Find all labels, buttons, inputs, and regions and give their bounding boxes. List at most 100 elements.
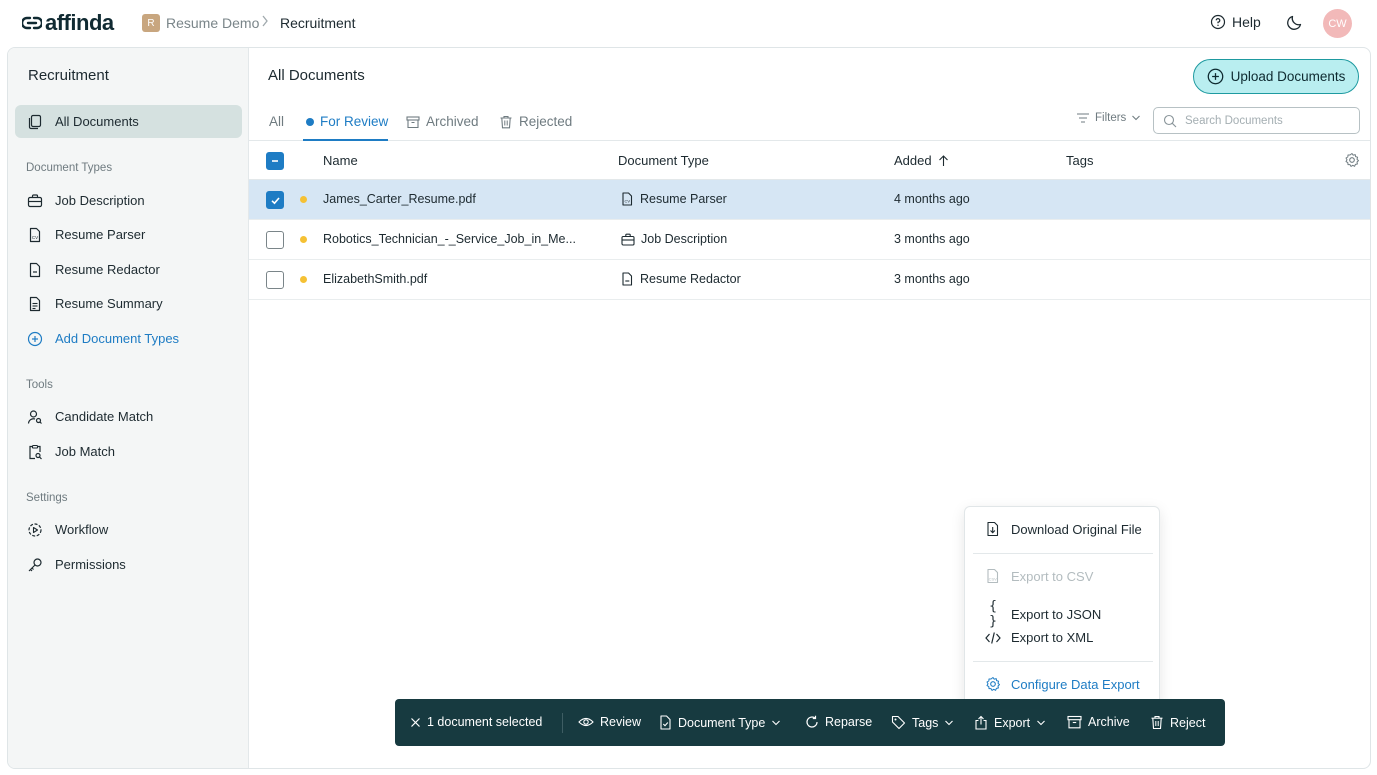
document-type-label: Resume Parser: [640, 192, 727, 206]
clear-selection-button[interactable]: 1 document selected: [410, 715, 542, 729]
file-icon: [622, 272, 633, 286]
section-document-types: Document Types: [26, 162, 113, 174]
tab-rejected[interactable]: Rejected: [499, 114, 572, 129]
search-icon: [1163, 114, 1177, 127]
tab-label: Rejected: [519, 114, 573, 129]
help-icon: [1210, 14, 1226, 30]
export-label: Export: [994, 715, 1031, 730]
cv-file-icon: CV: [622, 192, 633, 206]
sort-ascending-icon: [938, 154, 948, 166]
workspace-badge[interactable]: R: [142, 14, 160, 32]
column-document-type[interactable]: Document Type: [618, 153, 709, 168]
tag-icon: [891, 715, 906, 730]
sidebar-item-resume-summary[interactable]: Resume Summary: [15, 287, 242, 320]
json-braces-icon: { }: [989, 599, 997, 629]
file-icon: [27, 262, 43, 278]
export-xml-option[interactable]: Export to XML: [985, 630, 1093, 645]
key-icon: [27, 557, 43, 573]
upload-documents-button[interactable]: Upload Documents: [1193, 59, 1359, 94]
archive-button[interactable]: Archive: [1067, 715, 1130, 729]
reparse-label: Reparse: [825, 715, 873, 729]
table-header: Name Document Type Added Tags: [249, 142, 1370, 180]
tab-label: For Review: [320, 114, 389, 129]
table-row[interactable]: ElizabethSmith.pdf Resume Redactor 3 mon…: [249, 260, 1370, 300]
sidebar-item-permissions[interactable]: Permissions: [15, 548, 242, 581]
svg-text:CV: CV: [32, 235, 38, 240]
chevron-down-icon: [945, 720, 954, 725]
document-type-label: Job Description: [641, 232, 728, 246]
table-row[interactable]: Robotics_Technician_-_Service_Job_in_Me.…: [249, 220, 1370, 260]
svg-text:CSV: CSV: [989, 577, 998, 582]
configure-data-export-option[interactable]: Configure Data Export: [985, 676, 1140, 692]
review-button[interactable]: Review: [578, 715, 641, 729]
briefcase-icon: [27, 193, 43, 209]
affinda-logo[interactable]: affinda: [22, 10, 114, 36]
sidebar-item-resume-parser[interactable]: CV Resume Parser: [15, 218, 242, 251]
section-tools: Tools: [26, 379, 53, 391]
close-icon: [411, 717, 420, 727]
filters-label: Filters: [1095, 112, 1127, 124]
breadcrumb-workspace[interactable]: Resume Demo: [166, 15, 259, 31]
sidebar-item-label: Candidate Match: [55, 409, 154, 424]
document-type-cell: CV Resume Parser: [621, 192, 727, 206]
tab-archived[interactable]: Archived: [406, 114, 479, 129]
status-dot-icon: [300, 236, 307, 243]
archive-label: Archive: [1088, 715, 1130, 729]
archive-icon: [406, 115, 420, 128]
file-check-icon: [660, 715, 671, 730]
row-checkbox[interactable]: [266, 271, 284, 289]
add-document-types-button[interactable]: Add Document Types: [15, 322, 242, 355]
search-input[interactable]: [1185, 114, 1355, 127]
help-label: Help: [1232, 14, 1261, 30]
main-content: All Documents Upload Documents All For R…: [249, 48, 1370, 768]
column-settings-button[interactable]: [1344, 152, 1360, 171]
sidebar-item-candidate-match[interactable]: Candidate Match: [15, 400, 242, 433]
document-type-button[interactable]: Document Type: [659, 715, 781, 730]
select-all-checkbox[interactable]: [266, 152, 284, 170]
export-json-option[interactable]: { } Export to JSON: [985, 599, 1101, 629]
tab-all[interactable]: All: [269, 114, 284, 129]
table-row[interactable]: James_Carter_Resume.pdf CV Resume Parser…: [249, 180, 1370, 220]
sidebar-item-workflow[interactable]: Workflow: [15, 513, 242, 546]
user-avatar[interactable]: CW: [1323, 9, 1352, 38]
status-dot-icon: [300, 276, 307, 283]
document-name[interactable]: Robotics_Technician_-_Service_Job_in_Me.…: [323, 232, 576, 246]
tags-button[interactable]: Tags: [891, 715, 954, 730]
help-button[interactable]: Help: [1210, 14, 1261, 30]
sidebar-item-job-match[interactable]: Job Match: [15, 435, 242, 468]
trash-icon: [1151, 715, 1163, 730]
column-name[interactable]: Name: [323, 153, 358, 168]
column-tags[interactable]: Tags: [1066, 153, 1093, 168]
tab-label: Archived: [426, 114, 479, 129]
summary-file-icon: [27, 296, 43, 312]
document-type-label: Resume Redactor: [640, 272, 741, 286]
document-name[interactable]: ElizabethSmith.pdf: [323, 272, 427, 286]
menu-item-label: Download Original File: [1011, 521, 1142, 537]
sidebar-item-resume-redactor[interactable]: Resume Redactor: [15, 253, 242, 286]
filters-button[interactable]: Filters: [1076, 112, 1141, 124]
download-original-file-option[interactable]: Download Original File: [985, 521, 1142, 537]
chevron-down-icon: [772, 720, 781, 725]
row-checkbox[interactable]: [266, 231, 284, 249]
sidebar-item-all-documents[interactable]: All Documents: [15, 105, 242, 138]
breadcrumb-current: Recruitment: [280, 15, 356, 31]
reject-button[interactable]: Reject: [1150, 715, 1205, 730]
active-tab-indicator: [303, 139, 388, 141]
dark-mode-toggle[interactable]: [1286, 13, 1304, 34]
app-frame: Recruitment All Documents Document Types…: [7, 47, 1371, 769]
gear-icon: [1345, 153, 1359, 167]
sidebar-item-job-description[interactable]: Job Description: [15, 184, 242, 217]
menu-divider: [973, 661, 1153, 662]
document-name[interactable]: James_Carter_Resume.pdf: [323, 192, 476, 206]
tab-for-review[interactable]: For Review: [306, 114, 388, 129]
export-button[interactable]: Export: [974, 715, 1046, 730]
sidebar-item-label: Job Match: [55, 444, 115, 459]
column-added-label: Added: [894, 153, 932, 168]
svg-text:CV: CV: [625, 199, 631, 204]
cv-file-icon: CV: [27, 227, 43, 243]
reparse-button[interactable]: Reparse: [805, 715, 872, 729]
moon-icon: [1287, 15, 1302, 30]
column-added[interactable]: Added: [894, 153, 949, 168]
export-csv-option[interactable]: CSV Export to CSV: [985, 568, 1093, 584]
row-checkbox[interactable]: [266, 191, 284, 209]
